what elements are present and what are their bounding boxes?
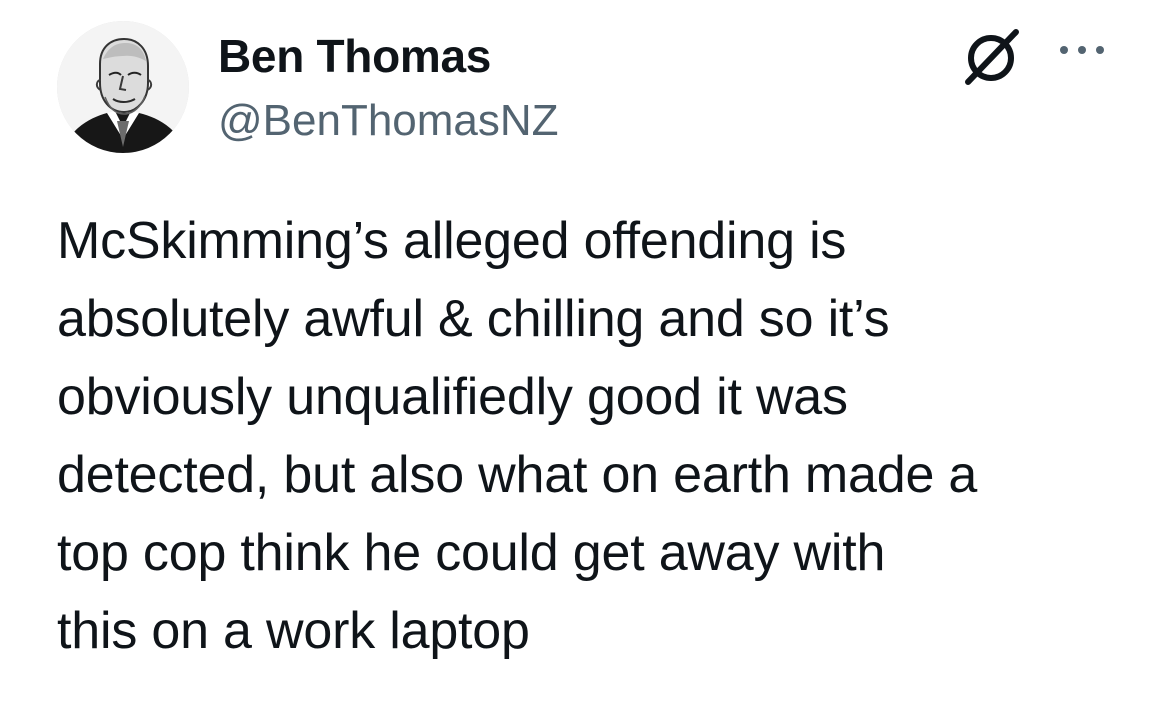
- slashed-circle-icon[interactable]: [958, 24, 1024, 90]
- author-handle[interactable]: @BenThomasNZ: [218, 97, 559, 145]
- avatar[interactable]: [57, 21, 189, 153]
- author-display-name[interactable]: Ben Thomas: [218, 31, 559, 81]
- tweet-text: McSkimming’s alleged offending is absolu…: [57, 212, 978, 660]
- author-identity[interactable]: Ben Thomas @BenThomasNZ: [218, 31, 559, 145]
- more-options-dots-icon[interactable]: [1056, 38, 1108, 62]
- avatar-image: [57, 21, 189, 153]
